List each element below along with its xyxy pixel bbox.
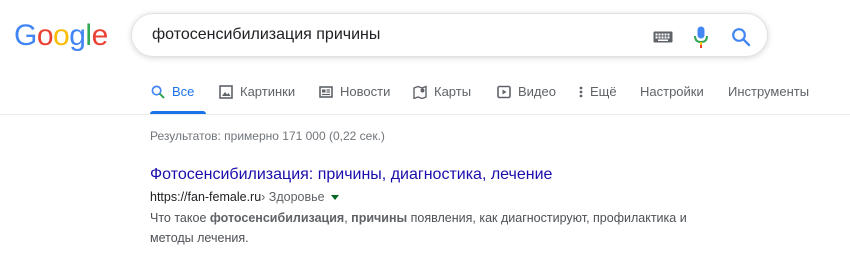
tab-label: Ещё (590, 84, 617, 99)
result-snippet: Что такое фотосенсибилизация, причины по… (150, 208, 730, 248)
news-icon (318, 84, 334, 100)
tab-label: Новости (340, 84, 391, 99)
result-url-domain: https://fan-female.ru (150, 190, 262, 204)
mic-icon[interactable] (689, 25, 713, 49)
tab-images[interactable]: Картинки (218, 80, 295, 114)
tab-label: Все (172, 84, 195, 99)
result-url: https://fan-female.ru › Здоровье (150, 188, 730, 206)
logo-letter: o (53, 19, 70, 52)
tab-more[interactable]: Ещё (578, 80, 617, 114)
tab-settings[interactable]: Настройки (640, 80, 704, 114)
snippet-highlight: фотосенсибилизация (209, 211, 345, 225)
search-result: Фотосенсибилизация: причины, диагностика… (150, 163, 730, 248)
logo-letter: o (36, 19, 54, 52)
search-input[interactable] (152, 25, 632, 45)
search-icon (150, 84, 166, 100)
dropdown-arrow-icon[interactable] (330, 194, 339, 200)
tab-news[interactable]: Новости (318, 80, 390, 114)
image-icon (218, 84, 234, 100)
tab-label: Карты (434, 84, 472, 99)
result-breadcrumb: › Здоровье (261, 190, 325, 204)
tab-maps[interactable]: Карты (412, 80, 471, 114)
snippet-highlight: причины (351, 211, 408, 225)
tab-label: Картинки (240, 84, 296, 99)
video-icon (496, 84, 512, 100)
header-divider (0, 114, 850, 115)
search-icon[interactable] (729, 25, 753, 49)
tab-label: Видео (518, 84, 556, 99)
google-logo[interactable]: Google (14, 19, 108, 53)
result-stats: Результатов: примерно 171 000 (0,22 сек.… (150, 129, 385, 143)
tab-video[interactable]: Видео (496, 80, 556, 114)
tab-all[interactable]: Все (150, 80, 206, 114)
logo-letter: g (69, 19, 86, 52)
snippet-text: Что такое (150, 211, 210, 225)
logo-letter: G (14, 19, 37, 52)
tab-label: Инструменты (728, 84, 810, 99)
keyboard-icon[interactable] (651, 25, 675, 49)
more-vert-icon (578, 84, 584, 100)
tab-tools[interactable]: Инструменты (728, 80, 809, 114)
logo-letter: e (91, 19, 109, 52)
search-box[interactable] (131, 13, 768, 57)
result-title-link[interactable]: Фотосенсибилизация: причины, диагностика… (150, 163, 730, 187)
map-icon (412, 84, 428, 100)
tab-label: Настройки (640, 84, 704, 99)
